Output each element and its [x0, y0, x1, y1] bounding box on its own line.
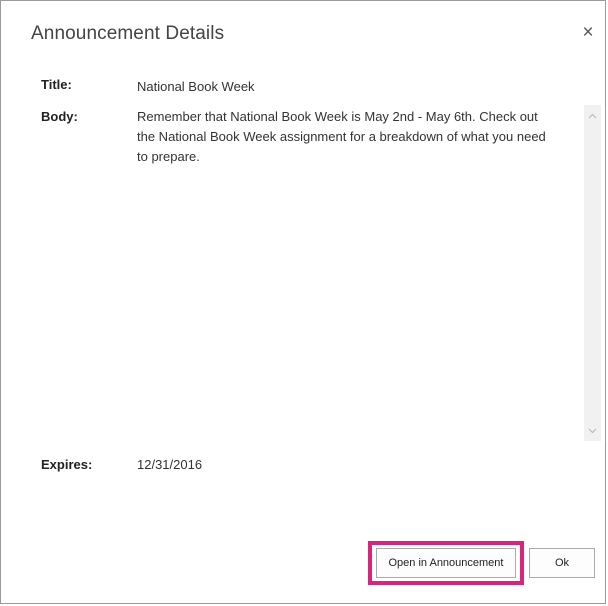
- close-icon[interactable]: ×: [579, 23, 597, 42]
- title-label: Title:: [41, 77, 72, 92]
- body-scrollbar[interactable]: [584, 105, 601, 441]
- body-value: Remember that National Book Week is May …: [137, 109, 546, 164]
- ok-button[interactable]: Ok: [529, 548, 595, 578]
- expires-value: 12/31/2016: [137, 457, 203, 472]
- announcement-details-dialog: Announcement Details × Title: National B…: [0, 0, 606, 604]
- title-value: National Book Week: [137, 79, 255, 94]
- highlight-box: [368, 541, 524, 585]
- body-label: Body:: [41, 109, 78, 124]
- scroll-up-arrow-icon[interactable]: [584, 107, 601, 124]
- scroll-down-arrow-icon[interactable]: [584, 422, 601, 439]
- dialog-title: Announcement Details: [31, 23, 225, 44]
- expires-label: Expires:: [41, 457, 93, 472]
